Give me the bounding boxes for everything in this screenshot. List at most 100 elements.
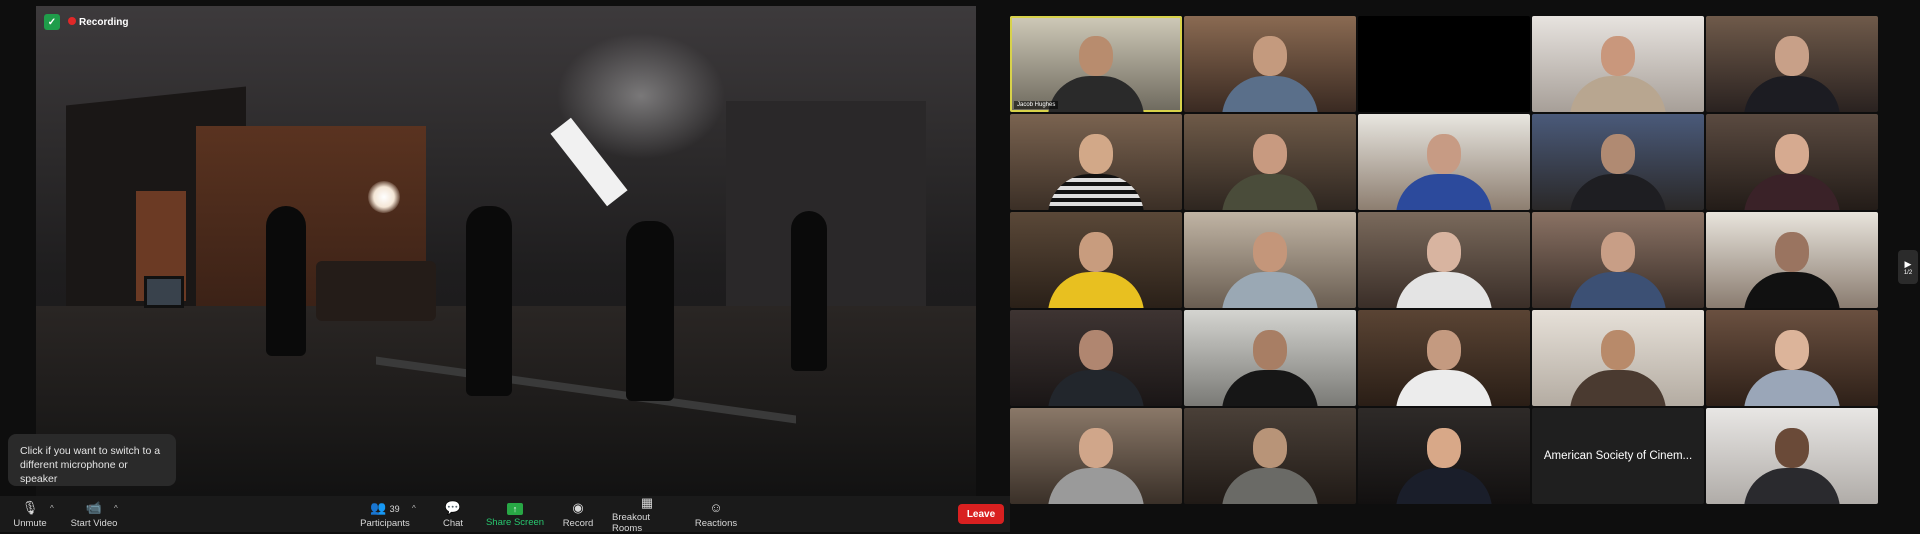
breakout-rooms-icon: ▦ [640,494,654,510]
participant-face [1601,232,1635,272]
participant-face [1601,36,1635,76]
video-options-caret-icon[interactable]: ^ [114,504,118,513]
participants-caret-icon[interactable]: ^ [412,504,416,513]
leave-button[interactable]: Leave [958,504,1004,524]
participant-face [1079,36,1113,76]
participant-tile[interactable] [1706,114,1878,210]
participant-tile[interactable] [1010,114,1182,210]
chat-label: Chat [442,517,464,529]
participant-face [1775,330,1809,370]
crew-person [266,206,306,356]
participant-body [1570,370,1666,406]
participant-face [1427,330,1461,370]
participants-icon: 👥 [370,499,387,515]
participant-face [1775,134,1809,174]
participant-tile[interactable] [1532,310,1704,406]
participant-face [1427,134,1461,174]
participant-body [1222,174,1318,210]
participant-tile[interactable]: Jacob Hughes [1010,16,1182,112]
crew-person [791,211,827,371]
participant-tile[interactable] [1706,16,1878,112]
participant-body [1222,370,1318,406]
participant-body [1570,76,1666,112]
participant-body [1744,76,1840,112]
participant-tile[interactable] [1184,212,1356,308]
reactions-icon: ☺ [709,499,723,515]
participant-face [1079,232,1113,272]
participants-count: 39 [389,503,400,514]
share-screen-label: Share Screen [485,516,545,528]
participant-tile[interactable] [1010,212,1182,308]
participant-face [1253,232,1287,272]
participants-button[interactable]: 👥 39 Participants [352,496,418,532]
participant-tile[interactable] [1184,310,1356,406]
participant-face [1253,36,1287,76]
participant-tile[interactable] [1184,114,1356,210]
participant-tile[interactable]: American Society of Cinem... [1532,408,1704,504]
participant-tile[interactable] [1532,212,1704,308]
participant-tile[interactable] [1532,114,1704,210]
participant-face [1601,330,1635,370]
reactions-button[interactable]: ☺ Reactions [692,496,740,532]
participant-face [1079,428,1113,468]
next-page-button[interactable]: ▶ 1/2 [1898,250,1918,284]
record-button[interactable]: ◉ Record [560,496,596,532]
participant-body [1048,370,1144,406]
crew-person [626,221,674,401]
participant-body [1744,174,1840,210]
unmute-label: Unmute [13,517,47,529]
participant-body [1570,272,1666,308]
participant-tile[interactable] [1706,212,1878,308]
participant-tile[interactable] [1184,16,1356,112]
recording-label: Recording [79,16,129,28]
sofa [316,261,436,321]
breakout-rooms-label: Breakout Rooms [612,511,651,534]
participant-body [1048,272,1144,308]
record-label: Record [562,517,594,529]
participant-face [1253,428,1287,468]
audio-options-caret-icon[interactable]: ^ [50,504,54,513]
participant-tile[interactable] [1358,408,1530,504]
share-screen-button[interactable]: ↑ Share Screen [484,496,546,532]
participant-tile[interactable] [1358,114,1530,210]
participant-tile[interactable] [1532,16,1704,112]
breakout-rooms-button[interactable]: ▦ Breakout Rooms [612,494,682,534]
recording-dot [68,16,76,25]
audio-tooltip: Click if you want to switch to a differe… [8,434,176,486]
gallery-view: Jacob Hughes American Society of Cinem..… [1010,16,1880,508]
participant-body [1048,468,1144,504]
participant-tile[interactable] [1358,212,1530,308]
start-video-label: Start Video [70,517,118,529]
participant-tile[interactable] [1184,408,1356,504]
participant-tile[interactable] [1706,408,1878,504]
share-screen-icon: ↑ [507,502,523,515]
unmute-button[interactable]: 🎙 Unmute [10,496,50,532]
participant-tile[interactable] [1706,310,1878,406]
shared-video-pane: ✓ Recording [36,6,976,496]
participant-body [1048,76,1144,112]
participant-body [1222,272,1318,308]
field-monitor [144,276,184,308]
participant-body [1222,468,1318,504]
participant-face [1775,428,1809,468]
shield-icon: ✓ [44,14,60,30]
participant-face [1427,428,1461,468]
participant-tile[interactable] [1358,16,1530,112]
participant-body [1744,272,1840,308]
participant-tile[interactable] [1010,310,1182,406]
participant-body [1396,174,1492,210]
participant-tile[interactable] [1010,408,1182,504]
participant-face [1079,134,1113,174]
participant-tile[interactable] [1358,310,1530,406]
lamp [368,181,400,213]
start-video-button[interactable]: 📹 Start Video [66,496,122,532]
page-indicator: 1/2 [1903,269,1913,276]
video-off-icon: 📹 [85,499,103,515]
participant-body [1048,174,1144,210]
chevron-right-icon: ▶ [1904,258,1912,269]
participant-name: Jacob Hughes [1014,101,1059,109]
crew-person [466,206,512,396]
chat-button[interactable]: 💬 Chat [438,496,468,532]
softbox-light [550,117,628,207]
chat-icon: 💬 [444,499,462,515]
